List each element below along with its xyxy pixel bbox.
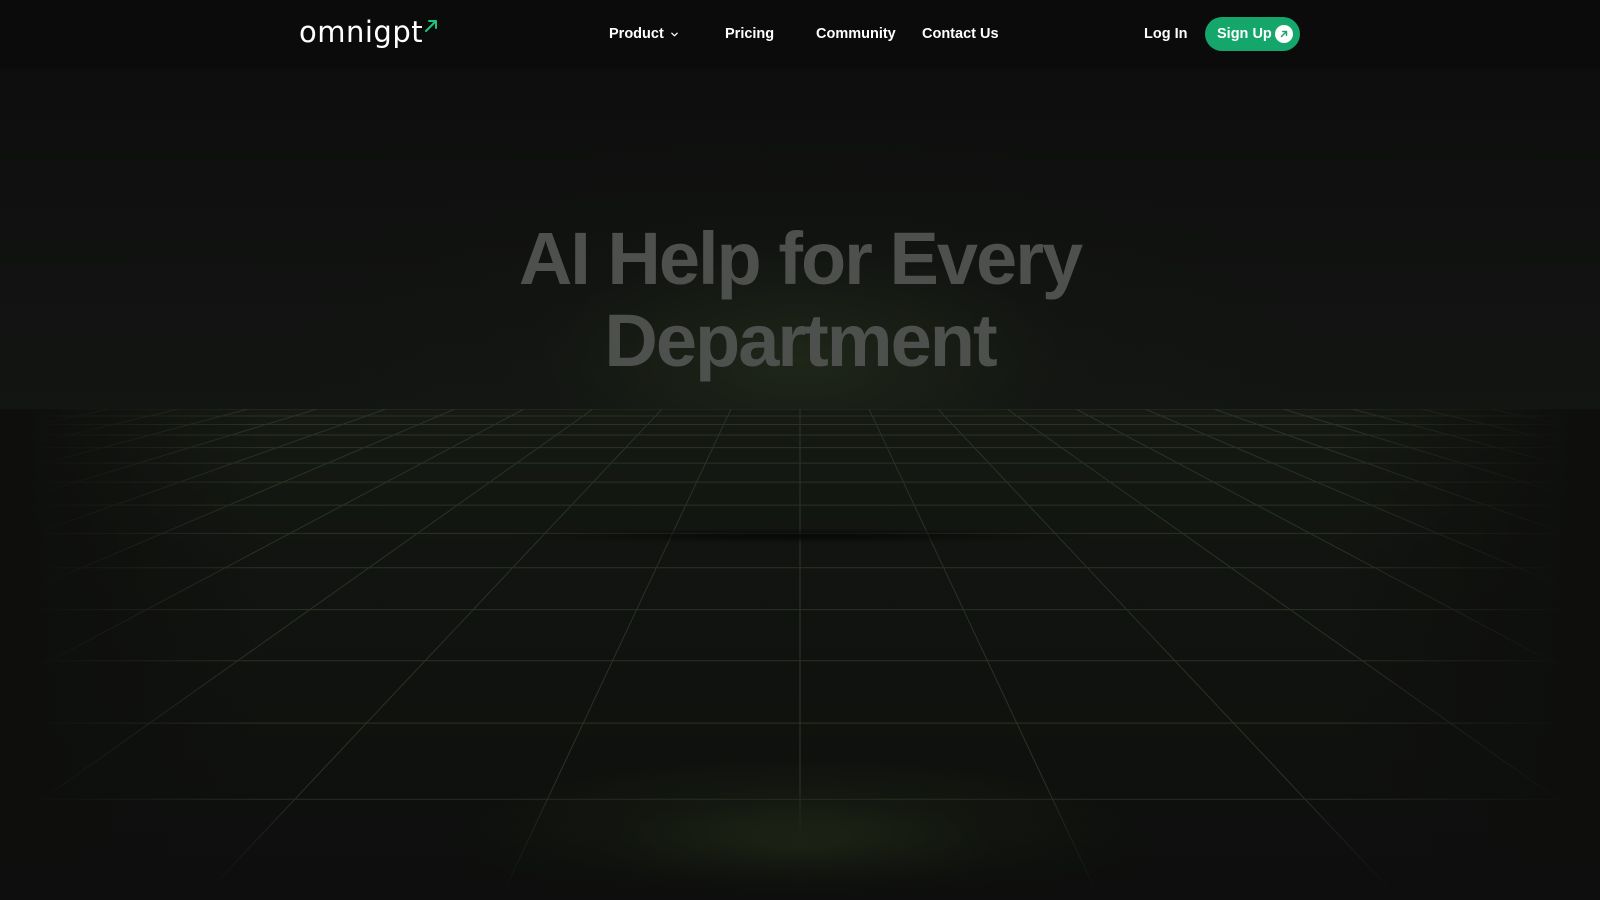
nav-link-product[interactable]: Product <box>609 20 679 48</box>
hero-title-line-1: AI Help for Every <box>518 217 1083 300</box>
floor-shadow <box>500 528 1100 544</box>
hero-title-line-2: Department <box>604 299 997 382</box>
login-button[interactable]: Log In <box>1144 20 1188 48</box>
nav-link-label: Product <box>609 26 664 42</box>
signup-label: Sign Up <box>1217 26 1272 42</box>
nav-link-label: Pricing <box>725 26 775 42</box>
nav-link-label: Contact Us <box>922 26 999 42</box>
nav-link-contact-us[interactable]: Contact Us <box>922 20 999 48</box>
chevron-down-icon <box>670 32 678 36</box>
page: AI Help for Every Department omnigpt Pro… <box>0 0 1600 900</box>
arrow-up-right-icon <box>425 20 438 32</box>
signup-button[interactable]: Sign Up <box>1205 17 1300 51</box>
logo-text: omnigpt <box>299 15 424 49</box>
grid-fade-bottom <box>0 780 1600 900</box>
logo[interactable]: omnigpt <box>299 12 438 52</box>
arrow-up-right-circle-icon <box>1275 25 1293 43</box>
nav-link-pricing[interactable]: Pricing <box>725 20 774 48</box>
nav-link-label: Community <box>816 26 896 42</box>
nav-link-community[interactable]: Community <box>816 20 896 48</box>
hero-title: AI Help for Every Department <box>400 218 1200 382</box>
navbar: omnigpt Product Pricing Community Contac… <box>0 0 1600 68</box>
